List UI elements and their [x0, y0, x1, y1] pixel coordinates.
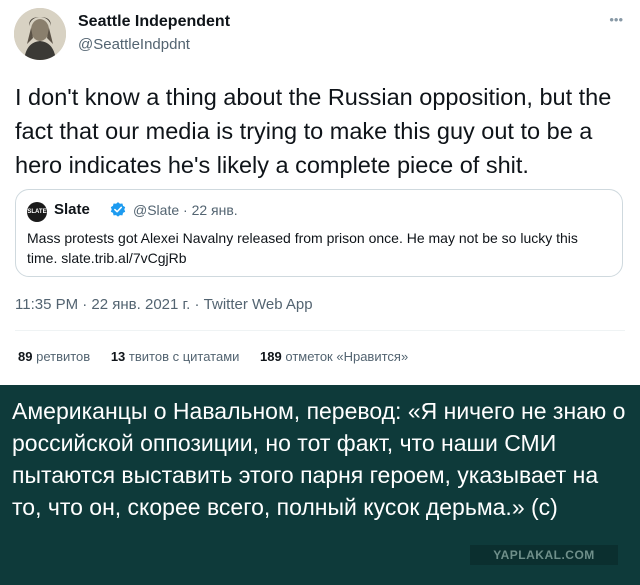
divider	[15, 330, 625, 331]
caption-text: Американцы о Навальном, перевод: «Я ниче…	[12, 398, 626, 520]
quoted-author-name: Slate	[54, 201, 90, 218]
author-handle[interactable]: @SeattleIndpdnt	[78, 36, 190, 53]
avatar-portrait-image	[14, 8, 66, 60]
tweet-card: Seattle Independent @SeattleIndpdnt ••• …	[0, 0, 640, 372]
likes-label: отметок «Нравится»	[285, 349, 409, 364]
quotes-count: 13	[110, 349, 126, 364]
likes-stat[interactable]: 189 отметок «Нравится»	[260, 349, 408, 364]
retweets-label: ретвитов	[36, 349, 91, 364]
tweet-text: I don't know a thing about the Russian o…	[15, 84, 612, 178]
author-name[interactable]: Seattle Independent	[78, 13, 230, 31]
more-icon[interactable]: •••	[609, 12, 623, 27]
site-watermark: YAPLAKAL.COM	[470, 545, 618, 565]
quoted-text: Mass protests got Alexei Navalny release…	[27, 230, 578, 266]
quoted-tweet[interactable]: SLATE Slate @Slate · 22 янв. Mass protes…	[15, 189, 623, 277]
author-avatar[interactable]	[14, 8, 66, 60]
quotes-stat[interactable]: 13 твитов с цитатами	[111, 349, 240, 364]
translation-caption: Американцы о Навальном, перевод: «Я ниче…	[0, 385, 640, 585]
verified-badge-icon	[110, 202, 126, 217]
retweets-count: 89	[18, 349, 33, 364]
likes-count: 189	[260, 349, 282, 364]
quotes-label: твитов с цитатами	[128, 349, 240, 364]
tweet-timestamp[interactable]: 11:35 PM · 22 янв. 2021 г. · Twitter Web…	[15, 296, 313, 313]
quoted-handle-time: @Slate · 22 янв.	[133, 202, 238, 218]
retweets-stat[interactable]: 89 ретвитов	[18, 349, 90, 364]
tweet-stats: 89 ретвитов 13 твитов с цитатами 189 отм…	[18, 349, 425, 364]
quoted-avatar: SLATE	[27, 202, 47, 222]
